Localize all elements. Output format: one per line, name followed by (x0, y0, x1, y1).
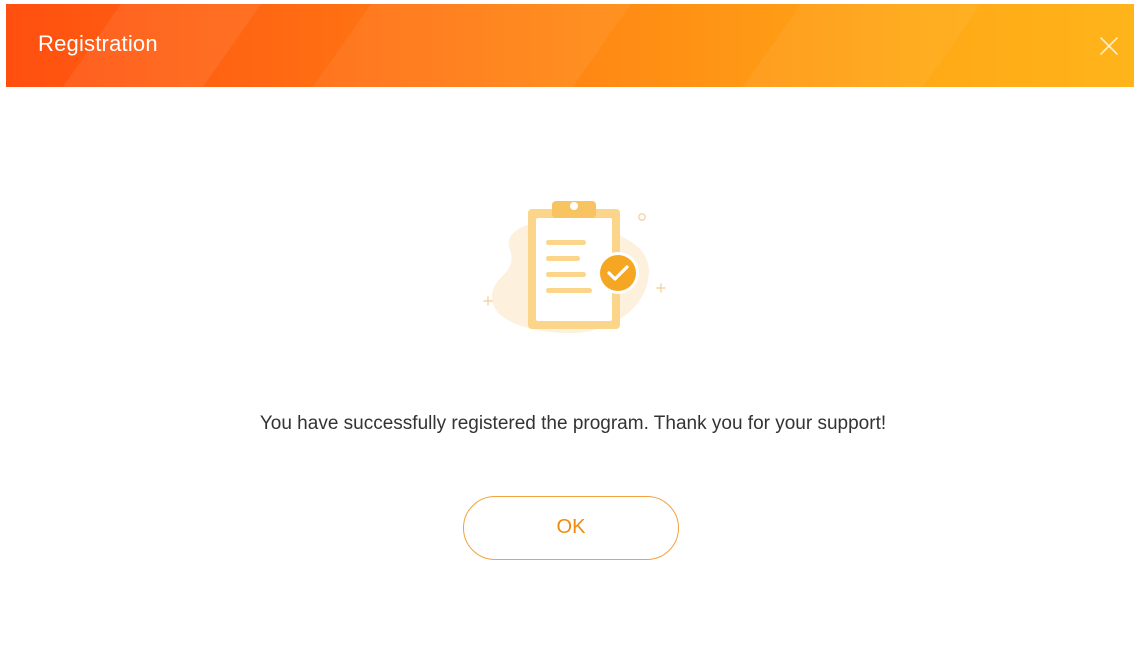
close-icon (1100, 37, 1118, 55)
header-decoration (688, 4, 1024, 87)
registration-dialog: Registration You have successfully regis… (0, 0, 1134, 671)
success-message: You have successfully registered the pro… (259, 413, 887, 434)
dialog-title: Registration (38, 31, 158, 56)
ok-button[interactable]: OK (463, 496, 679, 560)
dialog-header: Registration (6, 4, 1134, 87)
close-button[interactable] (1098, 35, 1120, 57)
header-decoration (258, 4, 674, 87)
clipboard-check-icon (470, 195, 670, 345)
